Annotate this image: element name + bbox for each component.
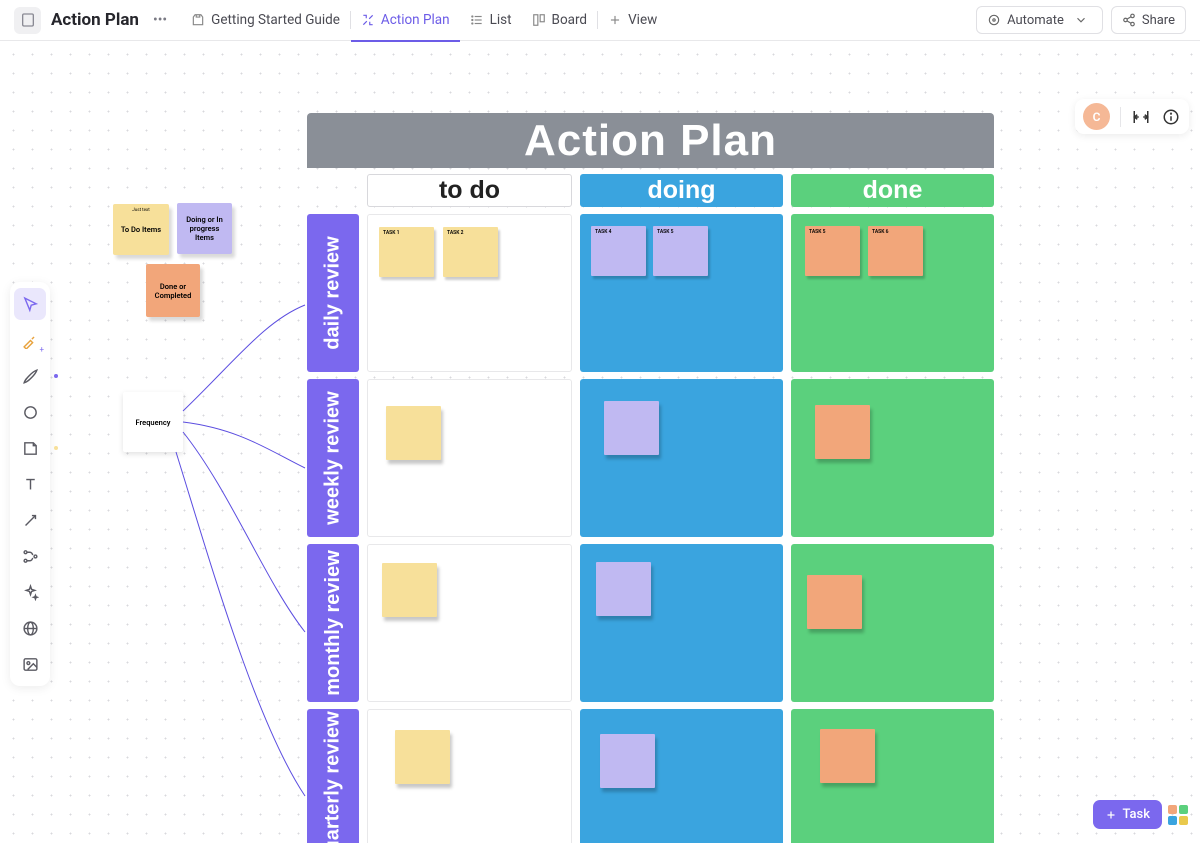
- task-card[interactable]: [382, 563, 437, 617]
- task-card[interactable]: TASK 2: [443, 227, 498, 277]
- tab-label: Board: [552, 12, 588, 28]
- web-tool[interactable]: [14, 612, 46, 644]
- tab-list[interactable]: List: [460, 0, 522, 41]
- automate-button[interactable]: Automate: [976, 6, 1103, 34]
- cell-quarterly-doing[interactable]: [580, 709, 783, 843]
- apps-grid-button[interactable]: [1168, 805, 1188, 825]
- cell-weekly-todo[interactable]: [367, 379, 572, 537]
- col-header-done: done: [791, 174, 994, 207]
- chevron-down-icon: [1070, 13, 1092, 27]
- whiteboard-canvas[interactable]: C + Just text To Do Items Doing or In pr…: [0, 41, 1200, 843]
- task-card[interactable]: [815, 405, 870, 459]
- sticky-text: Frequency: [136, 418, 171, 427]
- task-card[interactable]: TASK 5: [805, 226, 860, 276]
- row-weekly: weekly review: [307, 379, 994, 537]
- cell-monthly-todo[interactable]: [367, 544, 572, 702]
- select-tool[interactable]: [14, 288, 46, 320]
- doc-title: Action Plan: [51, 10, 139, 30]
- connector-tool[interactable]: [14, 504, 46, 536]
- cell-daily-done[interactable]: TASK 5 TASK 6: [791, 214, 994, 372]
- task-card[interactable]: [386, 406, 441, 460]
- tab-add-view[interactable]: View: [598, 0, 667, 41]
- cell-quarterly-done[interactable]: [791, 709, 994, 843]
- row-label-weekly: weekly review: [307, 379, 359, 537]
- tab-label: View: [628, 12, 657, 28]
- tool-palette: +: [10, 282, 50, 686]
- row-label-monthly: monthly review: [307, 544, 359, 702]
- legend-frequency-sticky[interactable]: Frequency: [123, 392, 183, 452]
- btn-label: Task: [1122, 807, 1150, 822]
- row-quarterly: quarterly review: [307, 709, 994, 843]
- cell-daily-todo[interactable]: TASK 1 TASK 2: [367, 214, 572, 372]
- task-card[interactable]: TASK 5: [653, 226, 708, 276]
- task-card[interactable]: [604, 401, 659, 455]
- cell-weekly-done[interactable]: [791, 379, 994, 537]
- share-button[interactable]: Share: [1111, 6, 1186, 34]
- cell-quarterly-todo[interactable]: [367, 709, 572, 843]
- task-card[interactable]: [596, 562, 651, 616]
- action-plan-board[interactable]: Action Plan to do doing done daily revie…: [307, 113, 994, 843]
- more-menu-icon[interactable]: •••: [149, 12, 171, 28]
- shape-tool[interactable]: [14, 396, 46, 428]
- cell-daily-doing[interactable]: TASK 4 TASK 5: [580, 214, 783, 372]
- fit-width-icon[interactable]: [1131, 107, 1151, 127]
- row-label-daily: daily review: [307, 214, 359, 372]
- task-card[interactable]: TASK 4: [591, 226, 646, 276]
- info-icon[interactable]: [1161, 107, 1181, 127]
- sticky-text: To Do Items: [121, 225, 161, 234]
- row-monthly: monthly review: [307, 544, 994, 702]
- collaborators-panel: C: [1075, 99, 1189, 134]
- row-label-quarterly: quarterly review: [307, 709, 359, 843]
- tab-label: List: [490, 12, 512, 28]
- top-bar: Action Plan ••• Getting Started Guide Ac…: [0, 0, 1200, 41]
- task-card[interactable]: TASK 6: [868, 226, 923, 276]
- board-title-bar: Action Plan: [307, 113, 994, 168]
- btn-label: Automate: [1007, 13, 1064, 28]
- add-task-button[interactable]: Task: [1093, 800, 1162, 829]
- column-headers: to do doing done: [307, 174, 994, 207]
- sticky-tool[interactable]: [14, 432, 46, 464]
- sticky-text: Done or Completed: [150, 282, 196, 300]
- tab-label: Action Plan: [381, 12, 450, 28]
- col-header-todo: to do: [367, 174, 572, 207]
- btn-label: Share: [1142, 13, 1175, 28]
- cell-monthly-done[interactable]: [791, 544, 994, 702]
- tab-board[interactable]: Board: [522, 0, 598, 41]
- tab-action-plan[interactable]: Action Plan: [351, 0, 460, 41]
- view-tabs: Getting Started Guide Action Plan List B…: [181, 0, 667, 41]
- doc-icon[interactable]: [14, 7, 41, 34]
- task-card[interactable]: [820, 729, 875, 783]
- col-header-doing: doing: [580, 174, 783, 207]
- task-card[interactable]: [807, 575, 862, 629]
- tab-getting-started[interactable]: Getting Started Guide: [181, 0, 350, 41]
- image-tool[interactable]: [14, 648, 46, 680]
- separator: [1120, 107, 1121, 127]
- magic-tool[interactable]: [14, 576, 46, 608]
- pen-tool[interactable]: [14, 360, 46, 392]
- right-controls: Automate Share: [976, 6, 1186, 34]
- mindmap-tool[interactable]: [14, 540, 46, 572]
- task-card[interactable]: TASK 1: [379, 227, 434, 277]
- legend-doing-sticky[interactable]: Doing or In progress Items: [177, 203, 232, 254]
- avatar[interactable]: C: [1083, 103, 1110, 130]
- board-title: Action Plan: [524, 116, 777, 166]
- task-card[interactable]: [395, 730, 450, 784]
- ai-tool[interactable]: +: [14, 324, 46, 356]
- cell-weekly-doing[interactable]: [580, 379, 783, 537]
- row-daily: daily review TASK 1 TASK 2 TASK 4 TASK 5…: [307, 214, 994, 372]
- cell-monthly-doing[interactable]: [580, 544, 783, 702]
- text-tool[interactable]: [14, 468, 46, 500]
- tab-label: Getting Started Guide: [211, 12, 340, 28]
- just-text-label: Just text: [132, 208, 149, 213]
- task-card[interactable]: [600, 734, 655, 788]
- legend-todo-sticky[interactable]: Just text To Do Items: [113, 204, 169, 255]
- legend-done-sticky[interactable]: Done or Completed: [146, 264, 200, 317]
- sticky-text: Doing or In progress Items: [181, 215, 228, 242]
